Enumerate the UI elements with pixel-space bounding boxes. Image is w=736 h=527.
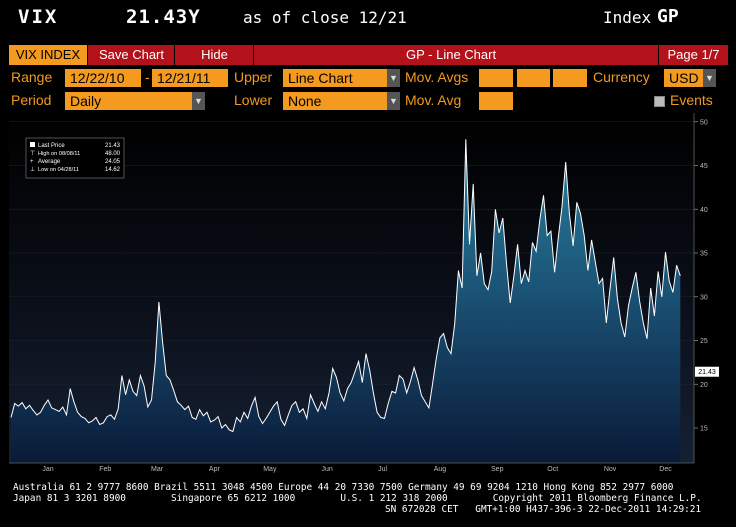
currency-select[interactable]: USD: [664, 69, 703, 87]
index-label: Index: [603, 8, 652, 27]
mov-avg-input-1[interactable]: [479, 69, 513, 87]
x-tick-label: Aug: [434, 466, 447, 473]
x-tick-label: Feb: [99, 466, 111, 473]
legend-average-label: Average: [38, 159, 61, 165]
footer-contacts-line-2: Japan 81 3 3201 8900 Singapore 65 6212 1…: [13, 493, 702, 504]
hide-button[interactable]: Hide: [176, 45, 254, 65]
vix-line-chart: 15 20 25 30 35 40 45 50 Jan Feb Mar Apr May Jun Jul Au…: [9, 113, 721, 482]
chart-legend: Last Price 21.43 ⊤ High on 08/08/11 48.0…: [25, 137, 125, 179]
upper-dropdown-icon[interactable]: ▼: [387, 69, 400, 87]
function-toolbar: VIX INDEX Save Chart Hide GP - Line Char…: [9, 45, 728, 65]
footer-session-line: SN 672028 CET GMT+1:00 H437-396-3 22-Dec…: [385, 504, 702, 515]
last-price-tag-label: 21.43: [698, 369, 716, 376]
lower-dropdown-icon[interactable]: ▼: [387, 92, 400, 110]
x-tick-label: Jan: [42, 466, 53, 473]
save-chart-button[interactable]: Save Chart: [89, 45, 175, 65]
last-price-swatch: [30, 142, 35, 147]
page-indicator[interactable]: Page 1/7: [658, 45, 728, 65]
y-tick-label: 30: [700, 294, 708, 301]
x-tick-label: Apr: [209, 466, 221, 473]
mov-avgs-label: Mov. Avgs: [405, 69, 469, 85]
low-marker-icon: ⊥: [30, 166, 35, 173]
x-tick-label: Jul: [378, 466, 387, 473]
mov-avg-input-2[interactable]: [517, 69, 550, 87]
x-tick-label: Nov: [604, 466, 617, 473]
events-checkbox[interactable]: [654, 96, 665, 107]
average-marker-icon: +: [30, 159, 34, 165]
range-separator: -: [145, 69, 150, 85]
events-label: Events: [670, 92, 713, 108]
range-end-input[interactable]: 12/21/11: [152, 69, 228, 87]
chart-svg: 15 20 25 30 35 40 45 50 Jan Feb Mar Apr May Jun Jul Au…: [9, 113, 719, 482]
y-tick-label: 25: [700, 338, 708, 345]
period-dropdown-icon[interactable]: ▼: [192, 92, 205, 110]
chart-type-title: GP - Line Chart: [406, 47, 497, 62]
tab-vix-index[interactable]: VIX INDEX: [9, 45, 88, 65]
lower-select[interactable]: None: [283, 92, 387, 110]
legend-average-value: 24.05: [105, 159, 121, 165]
x-tick-label: Dec: [659, 466, 672, 473]
x-tick-label: Sep: [491, 466, 504, 473]
mov-avg-input-3[interactable]: [553, 69, 587, 87]
y-tick-label: 50: [700, 119, 708, 126]
upper-select[interactable]: Line Chart: [283, 69, 387, 87]
legend-high-label: High on 08/08/11: [38, 151, 80, 157]
legend-low-label: Low on 04/28/11: [38, 167, 79, 173]
x-axis: JanFebMarAprMayJunJulAugSepOctNovDec0102…: [9, 462, 694, 482]
last-price: 21.43Y: [126, 6, 201, 28]
y-axis: 15 20 25 30 35 40 45 50: [693, 113, 708, 463]
y-tick-label: 15: [700, 426, 708, 433]
period-label: Period: [11, 92, 52, 108]
upper-label: Upper: [234, 69, 273, 85]
y-tick-label: 45: [700, 163, 708, 170]
legend-high-value: 48.00: [105, 151, 121, 157]
legend-last-price-value: 21.43: [105, 143, 121, 149]
lower-label: Lower: [234, 92, 273, 108]
mov-avg-label: Mov. Avg: [405, 92, 462, 108]
legend-last-price-label: Last Price: [38, 143, 65, 149]
lower-mov-avg-input[interactable]: [479, 92, 513, 110]
period-select[interactable]: Daily: [65, 92, 192, 110]
security-header: VIX 21.43Y as of close 12/21 Index GP: [0, 0, 736, 44]
x-tick-label: Oct: [547, 466, 558, 473]
x-tick-label: Jun: [322, 466, 333, 473]
last-price-marker: 21.43: [695, 366, 719, 377]
x-tick-label: May: [263, 466, 277, 473]
y-tick-label: 35: [700, 251, 708, 258]
x-tick-label: Mar: [151, 466, 164, 473]
high-marker-icon: ⊤: [30, 150, 35, 157]
as-of-text: as of close 12/21: [243, 8, 407, 27]
legend-low-value: 14.62: [105, 167, 121, 173]
y-tick-label: 20: [700, 382, 708, 389]
function-code: GP: [657, 6, 679, 27]
footer-contacts-line-1: Australia 61 2 9777 8600 Brazil 5511 304…: [13, 482, 674, 493]
range-start-input[interactable]: 12/22/10: [65, 69, 141, 87]
range-label: Range: [11, 69, 53, 85]
y-tick-label: 40: [700, 207, 708, 214]
ticker-symbol: VIX: [18, 6, 59, 28]
currency-dropdown-icon[interactable]: ▼: [703, 69, 716, 87]
currency-label: Currency: [593, 69, 650, 85]
